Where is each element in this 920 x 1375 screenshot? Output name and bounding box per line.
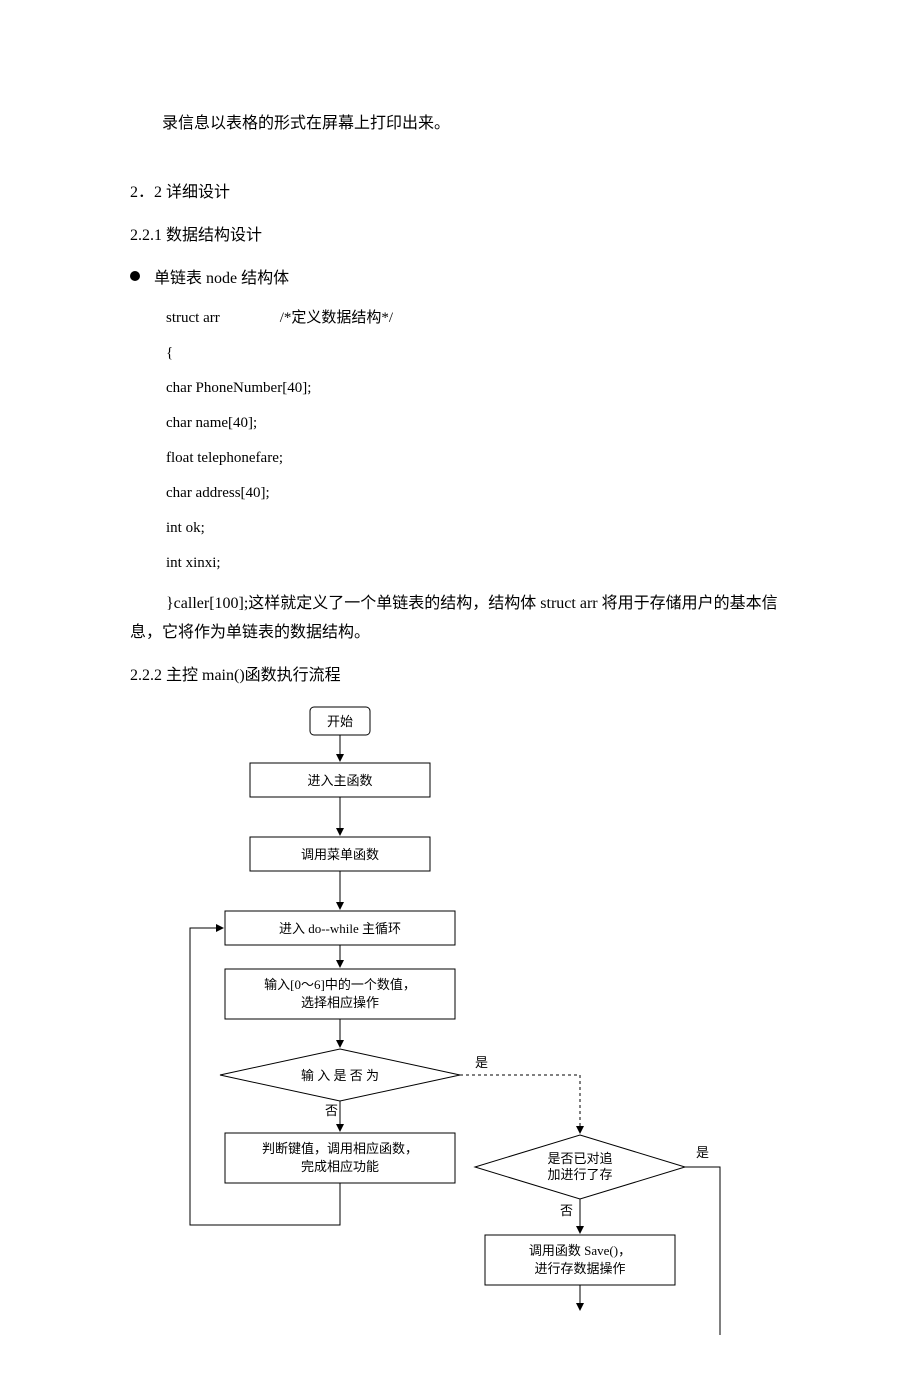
svg-text:开始: 开始 [327, 714, 353, 729]
code-line: int xinxi; [166, 555, 790, 572]
flowchart: 开始 进入主函数 调用菜单函数 进入 do--while 主循环 输入[0～6]… [130, 705, 790, 1345]
svg-text:判断键值，调用相应函数，: 判断键值，调用相应函数， [262, 1141, 418, 1156]
svg-text:选择相应操作: 选择相应操作 [301, 995, 379, 1010]
bullet-text: 单链表 node 结构体 [154, 264, 289, 288]
svg-text:加进行了存: 加进行了存 [547, 1167, 612, 1182]
svg-text:完成相应功能: 完成相应功能 [301, 1159, 379, 1174]
code-line: float telephonefare; [166, 450, 790, 467]
paragraph: 录信息以表格的形式在屏幕上打印出来。 [130, 110, 790, 139]
svg-text:输入[0～6]中的一个数值，: 输入[0～6]中的一个数值， [264, 977, 416, 992]
heading-2-2: 2．2 详细设计 [130, 179, 790, 208]
code-line: struct arr/*定义数据结构*/ [166, 306, 790, 327]
svg-text:否: 否 [560, 1203, 573, 1218]
code-line: char address[40]; [166, 485, 790, 502]
svg-text:进入 do--while 主循环: 进入 do--while 主循环 [279, 921, 401, 936]
svg-text:调用菜单函数: 调用菜单函数 [301, 847, 379, 862]
bullet-item: 单链表 node 结构体 [130, 264, 790, 288]
bullet-dot-icon [130, 271, 140, 281]
svg-text:是: 是 [475, 1055, 488, 1070]
paragraph: }caller[100];这样就定义了一个单链表的结构，结构体 struct a… [130, 590, 790, 648]
svg-text:进行存数据操作: 进行存数据操作 [534, 1261, 625, 1276]
svg-text:调用函数 Save()，: 调用函数 Save()， [529, 1243, 631, 1258]
svg-text:输 入 是 否 为: 输 入 是 否 为 [301, 1068, 379, 1083]
svg-text:进入主函数: 进入主函数 [307, 773, 372, 788]
code-line: int ok; [166, 520, 790, 537]
svg-text:是否已对追: 是否已对追 [547, 1151, 612, 1166]
code-line: char PhoneNumber[40]; [166, 380, 790, 397]
flowchart-svg: 开始 进入主函数 调用菜单函数 进入 do--while 主循环 输入[0～6]… [180, 705, 740, 1345]
svg-text:是: 是 [696, 1145, 709, 1160]
code-line: char name[40]; [166, 415, 790, 432]
heading-2-2-1: 2.2.1 数据结构设计 [130, 222, 790, 251]
heading-2-2-2: 2.2.2 主控 main()函数执行流程 [130, 662, 790, 691]
svg-text:否: 否 [325, 1103, 338, 1118]
code-line: { [166, 345, 790, 362]
